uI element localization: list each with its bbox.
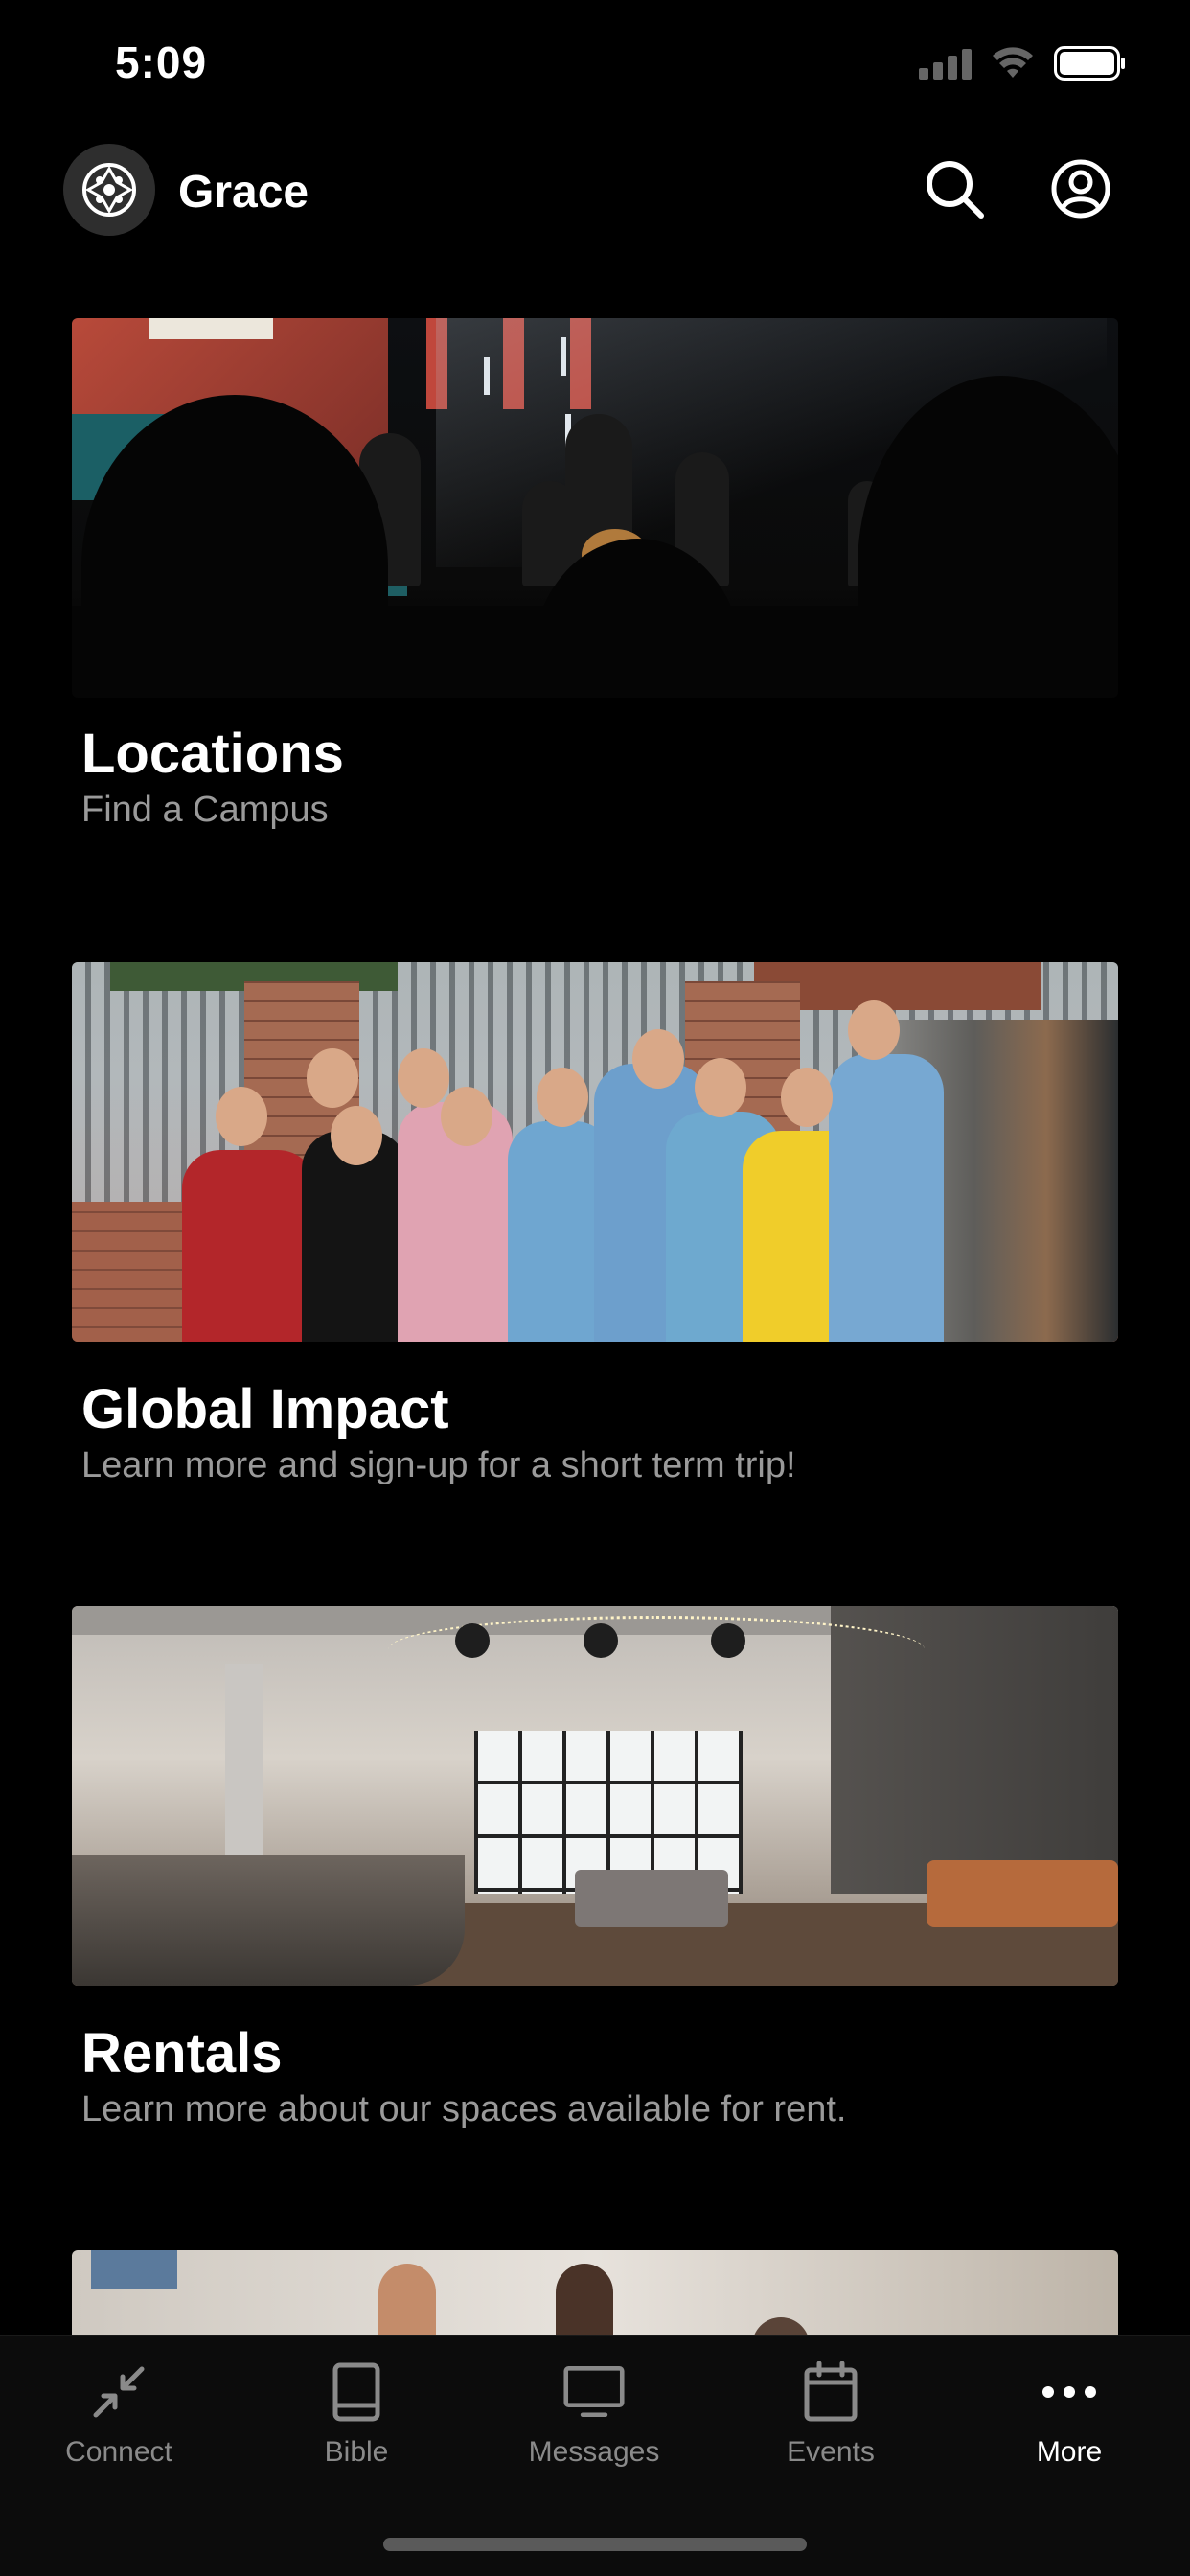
user-profile-icon: [1051, 159, 1110, 218]
card-rentals[interactable]: Rentals Learn more about our spaces avai…: [72, 1606, 1118, 2130]
tab-connect[interactable]: Connect: [23, 2361, 215, 2469]
card-title: Locations: [81, 723, 344, 785]
card-subtitle: Learn more and sign-up for a short term …: [81, 1445, 796, 1485]
tab-label: Events: [787, 2436, 875, 2468]
search-button[interactable]: [920, 154, 989, 223]
connect-arrows-icon: [88, 2361, 149, 2423]
status-icons: [919, 44, 1127, 82]
book-icon: [326, 2361, 387, 2423]
tab-events[interactable]: Events: [735, 2361, 927, 2469]
app-title: Grace: [178, 167, 309, 218]
app-screen: 5:09 Grace Locations Find a Campus Globa…: [0, 0, 1190, 2576]
cellular-signal-icon: [919, 47, 972, 80]
card-locations[interactable]: Locations Find a Campus: [72, 318, 1118, 831]
tab-label: Connect: [65, 2436, 172, 2468]
battery-icon: [1054, 46, 1127, 80]
tab-more[interactable]: More: [973, 2361, 1165, 2469]
grace-logo-icon[interactable]: [63, 144, 155, 236]
app-header: Grace: [0, 139, 1190, 240]
church-lobby-cafe-photo: [72, 1606, 1118, 1986]
wifi-icon: [991, 47, 1035, 80]
profile-button[interactable]: [1046, 154, 1115, 223]
calendar-icon: [800, 2361, 861, 2423]
home-indicator[interactable]: [383, 2538, 807, 2551]
monitor-icon: [563, 2361, 625, 2423]
people-in-lobby-photo: [72, 2250, 1118, 2336]
search-icon: [927, 161, 984, 218]
tab-bible[interactable]: Bible: [261, 2361, 452, 2469]
status-bar: 5:09: [0, 0, 1190, 125]
card-subtitle: Find a Campus: [81, 790, 329, 830]
tab-messages[interactable]: Messages: [498, 2361, 690, 2469]
card-title: Global Impact: [81, 1378, 449, 1440]
status-time: 5:09: [115, 37, 208, 87]
card-global-impact[interactable]: Global Impact Learn more and sign-up for…: [72, 962, 1118, 1486]
more-dots-icon: [1039, 2361, 1100, 2423]
tab-label: Messages: [528, 2436, 660, 2468]
tab-label: Bible: [324, 2436, 389, 2468]
worship-band-on-stage-photo: [72, 318, 1118, 698]
card-partial[interactable]: [72, 2250, 1118, 2336]
mission-team-group-photo: [72, 962, 1118, 1342]
tab-label: More: [1036, 2436, 1103, 2468]
card-title: Rentals: [81, 2022, 283, 2084]
card-subtitle: Learn more about our spaces available fo…: [81, 2089, 847, 2129]
